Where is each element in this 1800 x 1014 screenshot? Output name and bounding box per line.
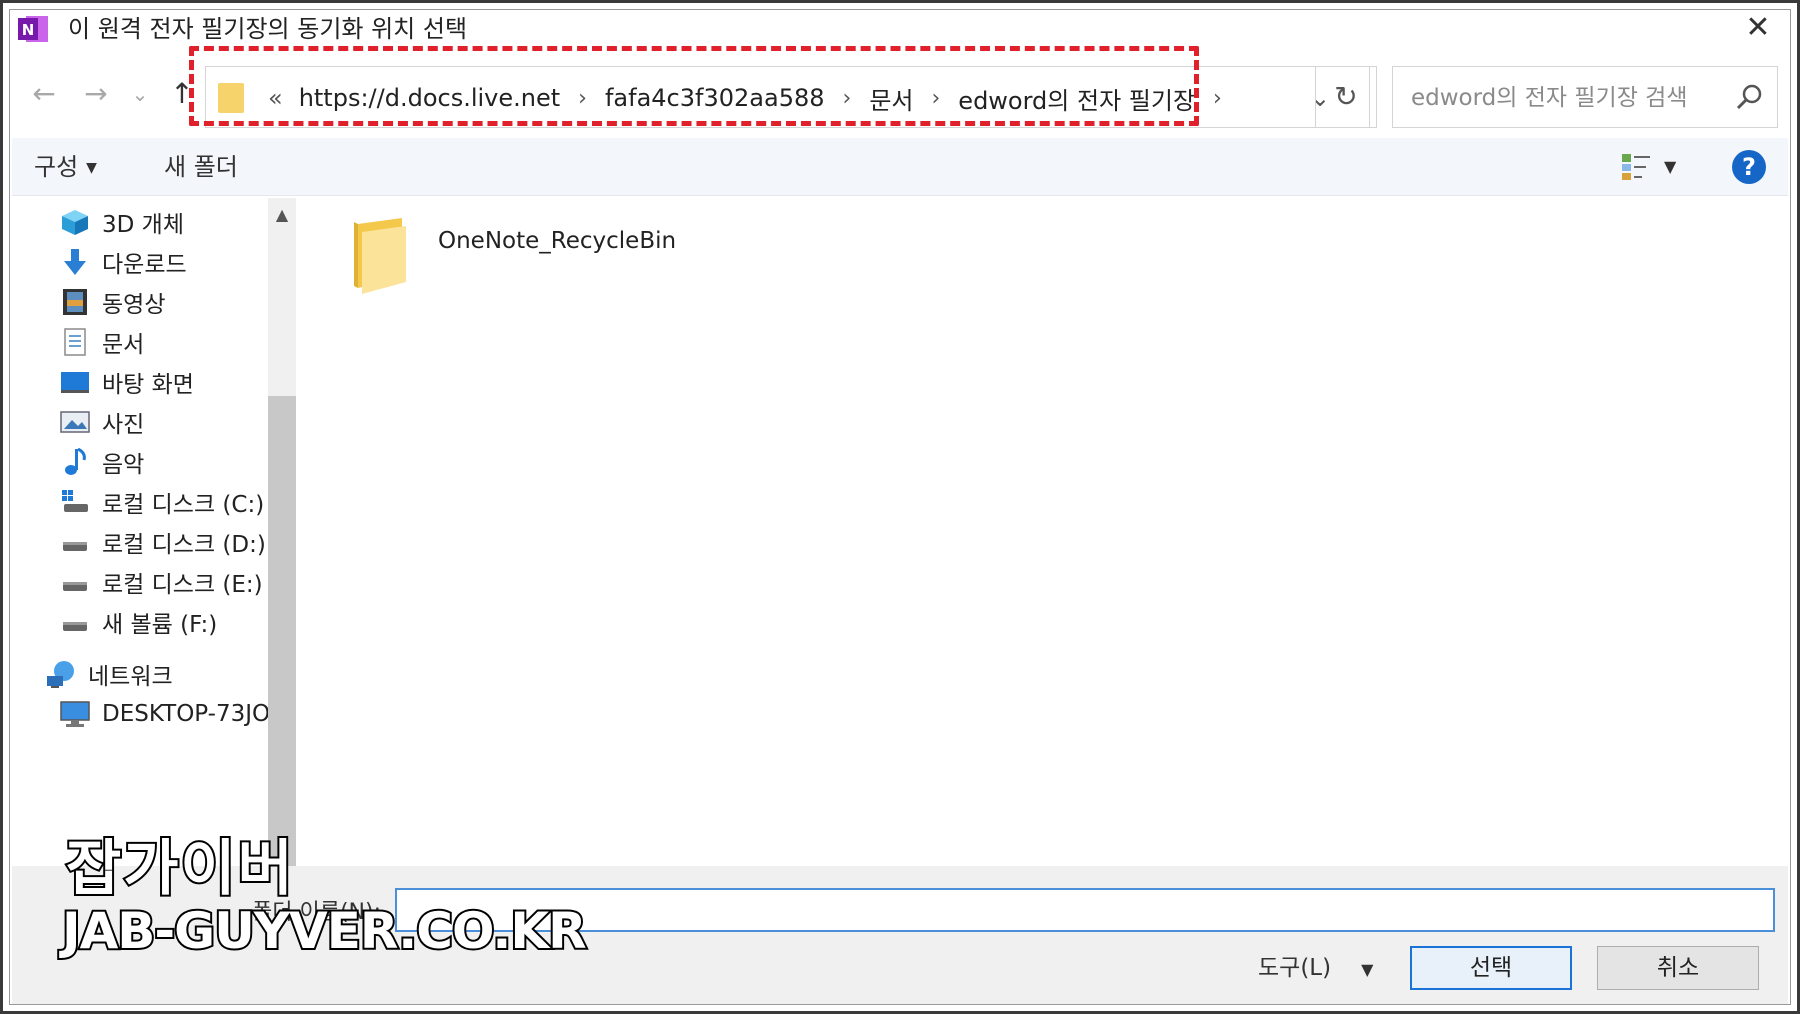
refresh-icon: ↻: [1334, 80, 1358, 113]
sidebar-item-music[interactable]: 음악: [60, 442, 144, 482]
sidebar-item-drive-d[interactable]: 로컬 디스크 (D:): [60, 522, 266, 562]
sidebar-item-videos[interactable]: 동영상: [60, 282, 165, 322]
svg-text:N: N: [22, 21, 35, 39]
sidebar-item-label: 동영상: [102, 292, 166, 318]
select-button[interactable]: 선택: [1410, 946, 1572, 990]
folder-icon: [354, 218, 406, 294]
help-icon[interactable]: ?: [1732, 150, 1766, 184]
drive-icon: [63, 622, 87, 631]
cancel-button[interactable]: 취소: [1597, 946, 1759, 990]
download-icon: [64, 249, 86, 275]
desktop-icon: [61, 372, 89, 393]
list-item[interactable]: OneNote_RecycleBin: [352, 214, 676, 304]
sidebar-item-drive-f[interactable]: 새 볼륨 (F:): [60, 602, 217, 642]
sidebar-item-label: DESKTOP-73JO/: [102, 701, 278, 727]
address-highlight-annotation: [189, 46, 1199, 126]
scroll-thumb[interactable]: [268, 396, 296, 866]
watermark-title: 잡가이버: [64, 832, 295, 906]
sidebar-item-pictures[interactable]: 사진: [60, 402, 144, 442]
sidebar-item-documents[interactable]: 문서: [60, 322, 144, 362]
search-placeholder: edword의 전자 필기장 검색: [1411, 85, 1688, 111]
scroll-up-icon[interactable]: ▲: [268, 198, 296, 232]
drive-icon: [63, 542, 87, 551]
onenote-icon: N: [18, 16, 48, 42]
navigation-pane: 3D 개체 다운로드 동영상 문서 바탕 화면 사진 음악 로컬 디스크 (C:…: [12, 198, 296, 866]
sidebar-item-network[interactable]: 네트워크: [46, 654, 173, 694]
pictures-icon: [60, 411, 90, 433]
sidebar-item-downloads[interactable]: 다운로드: [60, 242, 187, 282]
sidebar-item-label: 음악: [102, 452, 145, 478]
search-icon: [1736, 84, 1762, 110]
sidebar-item-computer[interactable]: DESKTOP-73JO/: [60, 694, 278, 734]
view-options-icon[interactable]: [1620, 152, 1652, 182]
refresh-button[interactable]: ↻: [1315, 66, 1377, 128]
sidebar-item-label: 새 볼륨 (F:): [102, 612, 218, 638]
caret-down-icon: ▼: [1361, 960, 1374, 979]
chevron-down-icon: ⌄: [131, 82, 149, 106]
folder-name-input[interactable]: [395, 888, 1775, 932]
system-drive-icon: [62, 490, 88, 512]
sidebar-item-label: 사진: [102, 412, 145, 438]
recent-locations-button[interactable]: ⌄: [120, 74, 160, 114]
forward-arrow-icon: →: [84, 77, 108, 110]
computer-icon: [60, 701, 90, 727]
3d-objects-icon: [62, 210, 88, 235]
breadcrumb-separator-icon[interactable]: ›: [1203, 86, 1232, 111]
close-button[interactable]: ✕: [1736, 8, 1780, 48]
music-icon: [65, 448, 86, 475]
sidebar-item-drive-e[interactable]: 로컬 디스크 (E:): [60, 562, 263, 602]
navigation-bar: ← → ⌄ ↑ « https://d.docs.live.net › fafa…: [12, 46, 1788, 136]
forward-button[interactable]: →: [76, 74, 116, 114]
file-list: OneNote_RecycleBin: [298, 198, 1788, 866]
new-folder-label: 새 폴더: [164, 153, 238, 181]
sidebar-item-label: 네트워크: [88, 664, 173, 690]
tools-label: 도구(L): [1258, 955, 1332, 981]
sidebar-item-drive-c[interactable]: 로컬 디스크 (C:): [60, 482, 264, 522]
back-arrow-icon: ←: [32, 77, 56, 110]
sidebar-item-label: 3D 개체: [102, 212, 184, 238]
sidebar-item-label: 바탕 화면: [102, 372, 194, 398]
command-bar: 구성 ▼ 새 폴더 ▼ ?: [12, 138, 1788, 196]
network-icon: [47, 661, 74, 688]
sidebar-scrollbar[interactable]: ▲: [268, 198, 296, 866]
view-dropdown-button[interactable]: ▼: [1664, 138, 1676, 196]
sidebar-item-desktop[interactable]: 바탕 화면: [60, 362, 194, 402]
watermark-url: JAB-GUYVER.CO.KR: [60, 900, 589, 962]
sidebar-item-label: 로컬 디스크 (D:): [102, 532, 266, 558]
back-button[interactable]: ←: [24, 74, 64, 114]
sidebar-item-label: 로컬 디스크 (E:): [102, 572, 263, 598]
sidebar-item-label: 문서: [102, 332, 145, 358]
sidebar-item-label: 다운로드: [102, 252, 187, 278]
search-input[interactable]: edword의 전자 필기장 검색: [1392, 66, 1778, 128]
drive-icon: [63, 582, 87, 591]
sidebar-item-3d-objects[interactable]: 3D 개체: [60, 202, 184, 242]
new-folder-button[interactable]: 새 폴더: [164, 138, 238, 196]
organize-button[interactable]: 구성 ▼: [34, 138, 97, 197]
window-title: 이 원격 전자 필기장의 동기화 위치 선택: [68, 15, 468, 43]
close-icon: ✕: [1745, 10, 1771, 45]
caret-down-icon: ▼: [86, 160, 97, 176]
sidebar-item-label: 로컬 디스크 (C:): [102, 492, 265, 518]
title-bar: N 이 원격 전자 필기장의 동기화 위치 선택 ✕: [12, 8, 1788, 50]
tools-dropdown[interactable]: 도구(L) ▼: [1258, 946, 1373, 992]
document-icon: [64, 328, 86, 356]
organize-label: 구성: [34, 153, 79, 181]
file-name: OneNote_RecycleBin: [438, 228, 677, 254]
video-icon: [63, 289, 87, 315]
